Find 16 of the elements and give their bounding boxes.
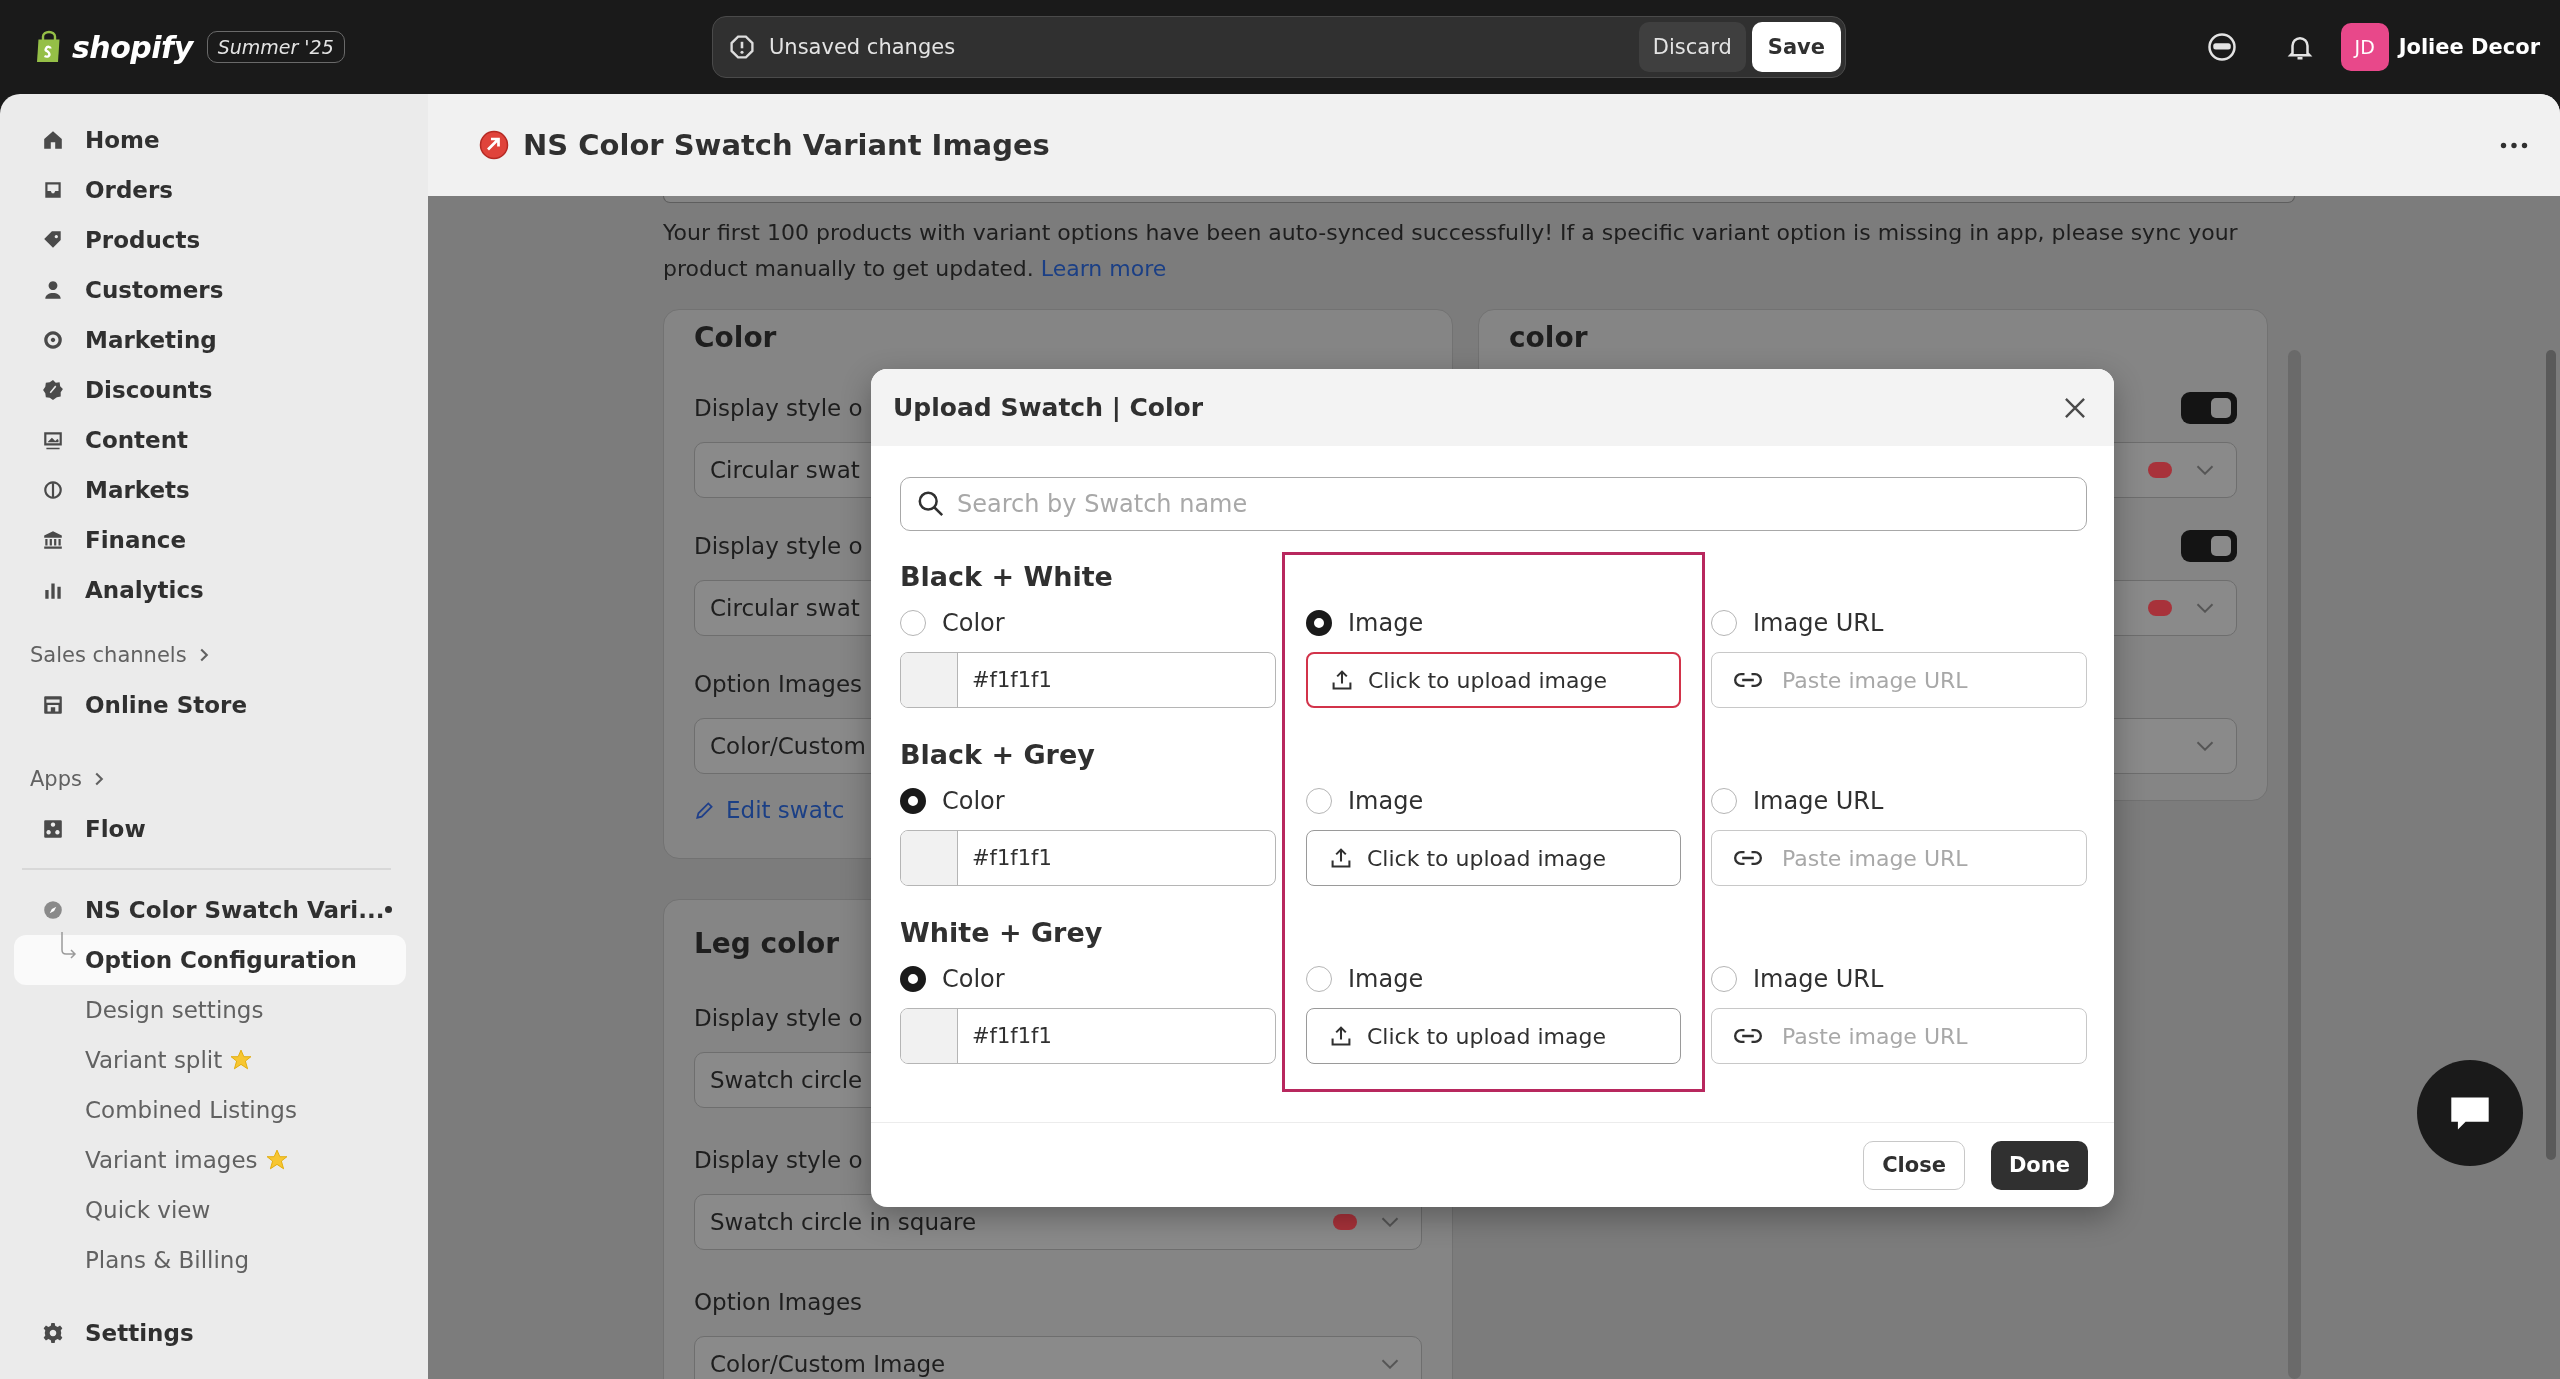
setting-label: Display style o bbox=[694, 1005, 863, 1031]
card-title: Color bbox=[694, 320, 777, 356]
swatch-name: White + Grey bbox=[900, 916, 1103, 948]
setting-label: Display style o bbox=[694, 1147, 863, 1173]
setting-label: Option Images bbox=[694, 671, 863, 697]
swatch-name: Black + Grey bbox=[900, 738, 1095, 770]
setting-label: Option Images bbox=[694, 1289, 863, 1315]
card-title: color bbox=[1509, 320, 1588, 356]
dialog-title: Upload Swatch | Color bbox=[893, 393, 1204, 422]
unsaved-message: Unsaved changes bbox=[769, 35, 956, 59]
page-title: NS Color Swatch Variant Images bbox=[523, 128, 1050, 162]
swatch-name: Black + White bbox=[900, 560, 1113, 592]
card-title: Leg color bbox=[694, 926, 840, 962]
setting-label: Display style o bbox=[694, 395, 863, 421]
setting-label: Display style o bbox=[694, 533, 863, 559]
sync-notice: Your first 100 products with variant options have been auto-synced successfully! If a specific variant option is missing in app, please sync your product manually to get updated. Learn more bbox=[663, 219, 2239, 283]
